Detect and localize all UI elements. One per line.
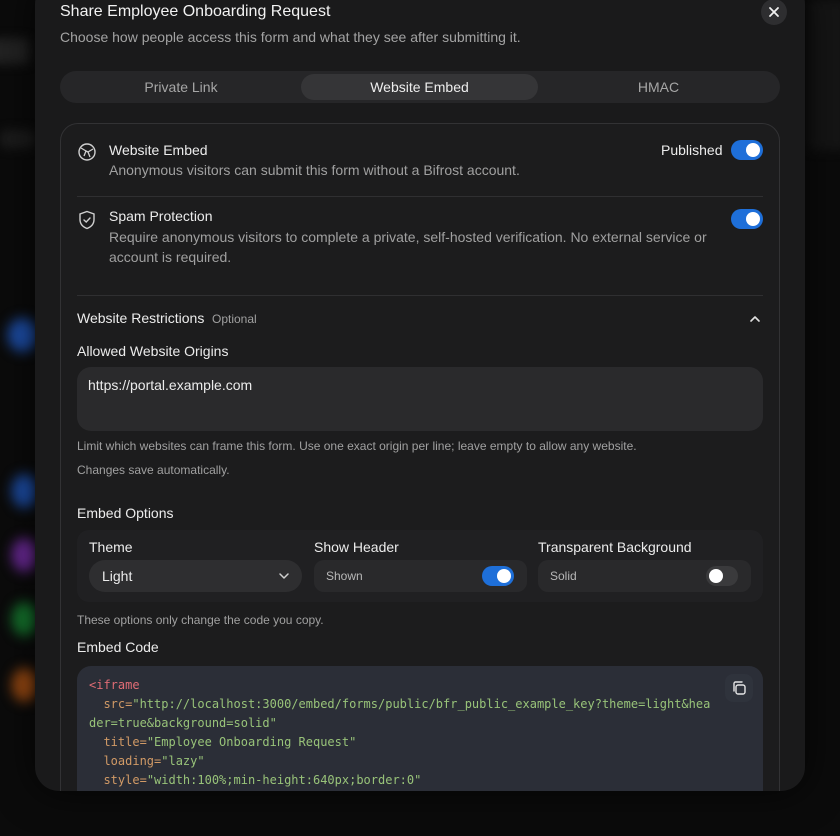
code-line: loading="lazy" <box>89 752 751 771</box>
background-right-panel <box>808 0 840 150</box>
toggle-knob <box>746 212 760 226</box>
code-src-value-1: "http://localhost:3000/embed/forms/publi… <box>132 697 711 711</box>
close-icon <box>769 7 779 17</box>
background-bar <box>0 130 36 148</box>
show-header-toggle[interactable] <box>482 566 514 586</box>
allowed-origins-input[interactable]: https://portal.example.com <box>77 367 763 431</box>
dialog-subtitle: Choose how people access this form and w… <box>60 29 521 45</box>
website-embed-title: Website Embed <box>109 142 208 158</box>
code-open-tag: <iframe <box>89 678 140 692</box>
share-tabs: Private Link Website Embed HMAC <box>60 71 780 103</box>
code-src-attr: src= <box>103 697 133 711</box>
theme-label: Theme <box>89 539 133 555</box>
share-dialog: Share Employee Onboarding Request Choose… <box>35 0 805 791</box>
code-style-value: "width:100%;min-height:640px;border:0" <box>146 773 422 787</box>
website-restrictions-title[interactable]: Website Restrictions <box>77 310 204 326</box>
spam-protection-description-line2: account is required. <box>109 249 232 265</box>
embed-code-title: Embed Code <box>77 639 159 655</box>
theme-select[interactable]: Light <box>89 560 302 592</box>
published-label: Published <box>661 142 723 158</box>
code-title-value: "Employee Onboarding Request" <box>146 735 357 749</box>
code-src-value-2: der=true&background=solid" <box>89 716 277 730</box>
theme-select-value: Light <box>102 568 133 584</box>
code-loading-value: "lazy" <box>161 754 205 768</box>
code-title-attr: title= <box>103 735 147 749</box>
toggle-knob <box>497 569 511 583</box>
spam-protection-toggle[interactable] <box>731 209 763 229</box>
tab-website-embed[interactable]: Website Embed <box>301 74 538 100</box>
background-avatar <box>8 318 38 352</box>
tab-hmac[interactable]: HMAC <box>540 74 777 100</box>
embed-options-note: These options only change the code you c… <box>77 613 324 627</box>
code-line: src="http://localhost:3000/embed/forms/p… <box>89 695 751 714</box>
transparent-background-control[interactable]: Solid <box>538 560 751 592</box>
transparent-background-toggle[interactable] <box>706 566 738 586</box>
globe-icon <box>78 143 96 161</box>
code-loading-attr: loading= <box>103 754 162 768</box>
transparent-background-label: Transparent Background <box>538 539 692 555</box>
code-line: title="Employee Onboarding Request" <box>89 733 751 752</box>
embed-options-title: Embed Options <box>77 505 174 521</box>
background-heading <box>0 38 30 64</box>
dialog-title: Share Employee Onboarding Request <box>60 3 331 20</box>
embed-code-block[interactable]: <iframe src="http://localhost:3000/embed… <box>77 666 763 791</box>
divider <box>77 196 763 197</box>
code-line: <iframe <box>89 676 751 695</box>
show-header-label: Show Header <box>314 539 399 555</box>
chevron-up-icon[interactable] <box>748 312 762 326</box>
code-line: style="width:100%;min-height:640px;borde… <box>89 771 751 790</box>
autosave-text: Changes save automatically. <box>77 463 230 477</box>
code-style-attr: style= <box>103 773 147 787</box>
show-header-control[interactable]: Shown <box>314 560 527 592</box>
allowed-origins-label: Allowed Website Origins <box>77 343 229 359</box>
shield-icon <box>79 210 95 230</box>
transparent-background-value: Solid <box>550 569 577 583</box>
divider <box>77 295 763 296</box>
embed-settings-card: Website Embed Anonymous visitors can sub… <box>60 123 780 791</box>
optional-badge: Optional <box>212 312 257 326</box>
toggle-knob <box>746 143 760 157</box>
embed-options-panel: Theme Light Show Header Shown Transparen… <box>77 530 763 602</box>
show-header-value: Shown <box>326 569 363 583</box>
code-line: der=true&background=solid" <box>89 714 751 733</box>
website-embed-toggle[interactable] <box>731 140 763 160</box>
spam-protection-description-line1: Require anonymous visitors to complete a… <box>109 229 707 245</box>
toggle-knob <box>709 569 723 583</box>
chevron-down-icon <box>279 573 289 579</box>
copy-code-button[interactable] <box>725 674 753 702</box>
copy-icon <box>733 681 746 695</box>
origins-help-text: Limit which websites can frame this form… <box>77 439 637 453</box>
spam-protection-title: Spam Protection <box>109 208 213 224</box>
website-embed-description: Anonymous visitors can submit this form … <box>109 162 520 178</box>
close-button[interactable] <box>761 0 787 25</box>
tab-private-link[interactable]: Private Link <box>63 74 299 100</box>
